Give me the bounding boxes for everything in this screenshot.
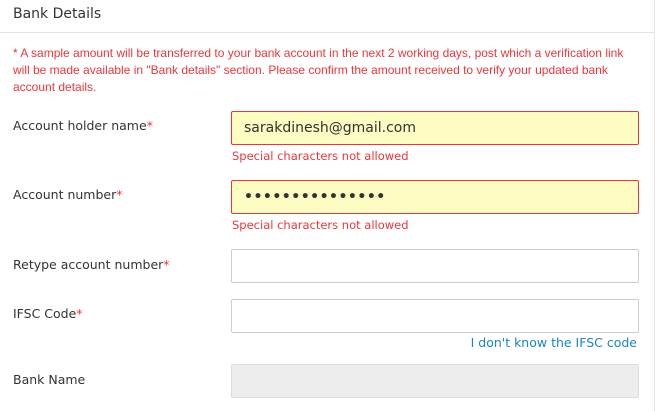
account-holder-input[interactable] [231, 111, 639, 145]
required-mark: * [116, 187, 123, 202]
retype-account-number-label: Retype account number* [13, 257, 170, 272]
retype-account-number-input[interactable] [231, 249, 639, 283]
bank-name-label-text: Bank Name [13, 372, 86, 387]
account-holder-label-text: Account holder name [13, 118, 147, 133]
ifsc-code-input[interactable] [231, 299, 639, 333]
bank-name-input [231, 364, 639, 398]
verification-notice: * A sample amount will be transferred to… [13, 46, 624, 94]
ifsc-code-label-text: IFSC Code [13, 306, 77, 321]
account-holder-error: Special characters not allowed [232, 149, 409, 163]
section-header: Bank Details [0, 0, 655, 33]
account-number-label-text: Account number [13, 187, 117, 202]
ifsc-help-link[interactable]: I don't know the IFSC code [471, 335, 637, 350]
account-holder-label: Account holder name* [13, 118, 153, 133]
section-title: Bank Details [13, 6, 102, 22]
ifsc-code-label: IFSC Code* [13, 306, 83, 321]
bank-details-panel: Bank Details * A sample amount will be t… [0, 0, 655, 411]
account-number-error: Special characters not allowed [232, 218, 409, 232]
account-number-label: Account number* [13, 187, 122, 202]
required-mark: * [163, 257, 170, 272]
retype-account-number-label-text: Retype account number [13, 257, 164, 272]
required-mark: * [146, 118, 153, 133]
required-mark: * [76, 306, 83, 321]
account-number-input[interactable] [231, 180, 639, 214]
bank-name-label: Bank Name [13, 372, 85, 387]
